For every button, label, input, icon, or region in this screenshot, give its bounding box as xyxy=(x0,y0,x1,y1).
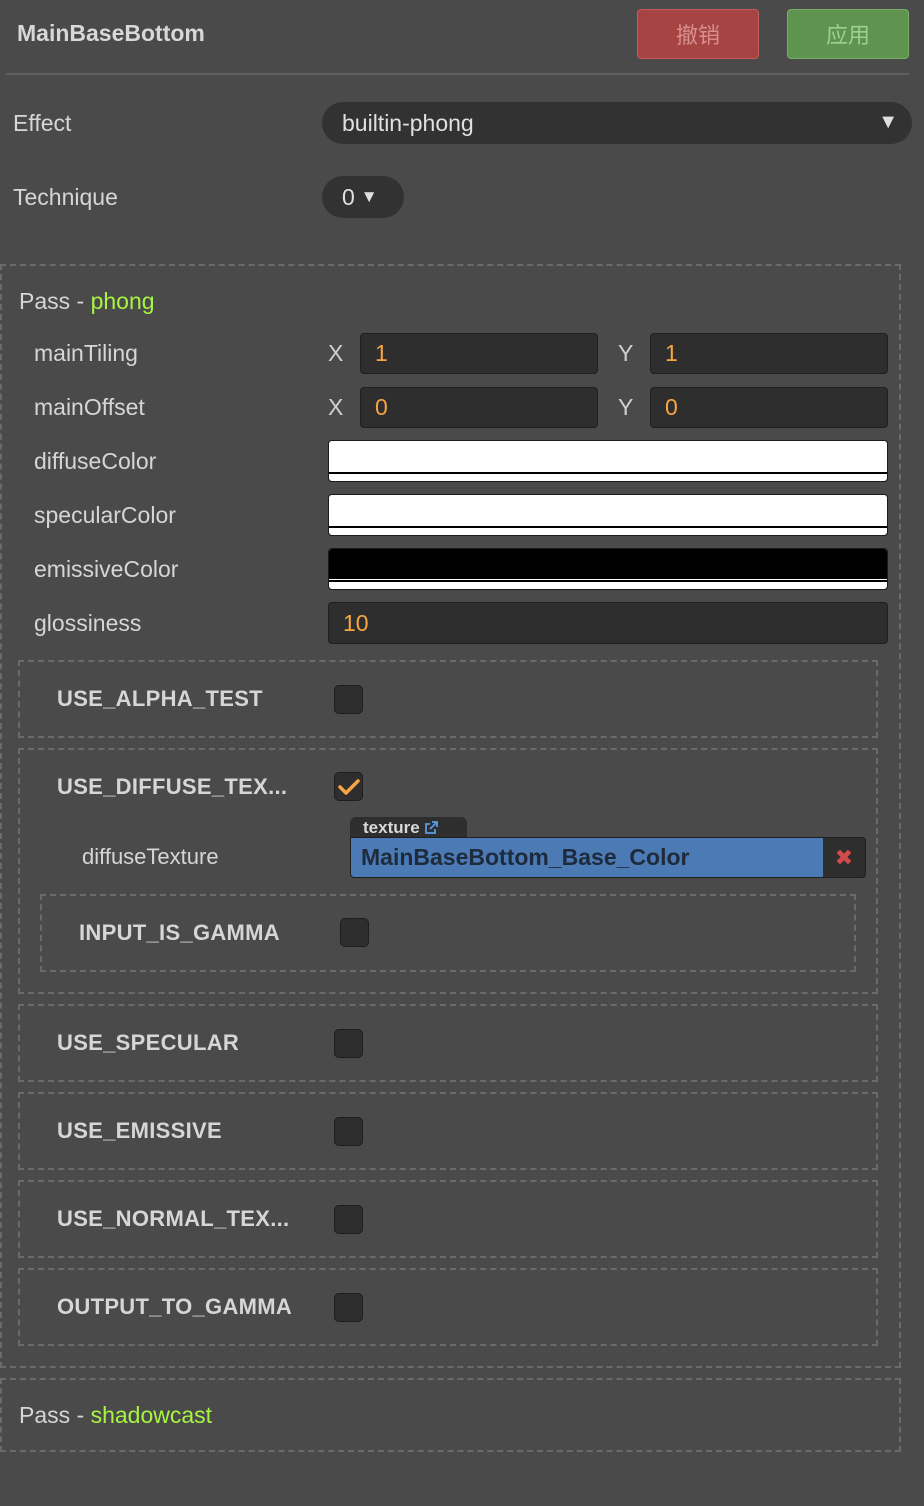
macro-label: USE_SPECULAR xyxy=(57,1030,240,1055)
axis-x-label: X xyxy=(328,394,344,420)
texture-type-tag[interactable]: texture xyxy=(350,817,467,839)
material-title: MainBaseBottom xyxy=(17,20,205,46)
alpha-bar xyxy=(329,472,887,474)
clear-texture-icon[interactable]: ✖ xyxy=(823,838,865,877)
use-normal-texture-checkbox[interactable] xyxy=(334,1205,363,1234)
use-alpha-test-checkbox[interactable] xyxy=(334,685,363,714)
specular-color-label: specularColor xyxy=(34,502,176,528)
output-to-gamma-checkbox[interactable] xyxy=(334,1293,363,1322)
diffuse-color-label: diffuseColor xyxy=(34,448,157,474)
diffuse-color-swatch[interactable] xyxy=(328,440,888,482)
main-offset-y-input[interactable]: 0 xyxy=(650,387,888,428)
color-fill xyxy=(329,441,887,471)
pass-name: phong xyxy=(90,288,155,314)
macro-label: USE_NORMAL_TEX... xyxy=(57,1206,290,1231)
pass-phong-title[interactable]: Pass - phong xyxy=(19,288,155,315)
color-fill xyxy=(329,549,887,579)
effect-value: builtin-phong xyxy=(342,109,474,136)
technique-value: 0 xyxy=(342,183,355,210)
external-link-icon xyxy=(424,821,438,834)
pass-name: shadowcast xyxy=(90,1402,213,1428)
axis-y-label: Y xyxy=(618,394,634,420)
alpha-bar xyxy=(329,580,887,582)
diffuse-texture-field[interactable]: MainBaseBottom_Base_Color ✖ xyxy=(350,837,866,878)
emissive-color-swatch[interactable] xyxy=(328,548,888,590)
glossiness-input[interactable]: 10 xyxy=(328,602,888,644)
axis-x-label: X xyxy=(328,340,344,366)
main-tiling-label: mainTiling xyxy=(34,340,138,366)
checkmark-icon xyxy=(337,778,360,795)
main-tiling-y-input[interactable]: 1 xyxy=(650,333,888,374)
main-offset-x-input[interactable]: 0 xyxy=(360,387,598,428)
specular-color-swatch[interactable] xyxy=(328,494,888,536)
input-is-gamma-checkbox[interactable] xyxy=(340,918,369,947)
diffuse-texture-label: diffuseTexture xyxy=(82,844,219,869)
macro-label: USE_ALPHA_TEST xyxy=(57,686,263,711)
glossiness-label: glossiness xyxy=(34,610,142,636)
use-diffuse-texture-checkbox[interactable] xyxy=(334,772,363,801)
main-tiling-x-input[interactable]: 1 xyxy=(360,333,598,374)
header-divider xyxy=(6,73,909,75)
macro-label: OUTPUT_TO_GAMMA xyxy=(57,1294,293,1319)
use-specular-checkbox[interactable] xyxy=(334,1029,363,1058)
dropdown-arrow-icon: ▼ xyxy=(360,187,378,206)
macro-label: USE_DIFFUSE_TEX... xyxy=(57,774,288,799)
revert-button[interactable]: 撤销 xyxy=(637,9,759,59)
emissive-color-label: emissiveColor xyxy=(34,556,179,582)
texture-asset-name[interactable]: MainBaseBottom_Base_Color xyxy=(351,838,823,877)
macro-label: USE_EMISSIVE xyxy=(57,1118,222,1143)
technique-select[interactable]: 0 ▼ xyxy=(322,176,404,218)
macro-label: INPUT_IS_GAMMA xyxy=(79,920,280,945)
color-fill xyxy=(329,495,887,525)
effect-label: Effect xyxy=(13,110,72,136)
axis-y-label: Y xyxy=(618,340,634,366)
pass-shadowcast-title[interactable]: Pass - shadowcast xyxy=(19,1402,212,1429)
main-offset-label: mainOffset xyxy=(34,394,145,420)
technique-label: Technique xyxy=(13,184,118,210)
use-emissive-checkbox[interactable] xyxy=(334,1117,363,1146)
dropdown-arrow-icon: ▼ xyxy=(878,111,898,133)
alpha-bar xyxy=(329,526,887,528)
apply-button[interactable]: 应用 xyxy=(787,9,909,59)
effect-select[interactable]: builtin-phong ▼ xyxy=(322,102,912,144)
